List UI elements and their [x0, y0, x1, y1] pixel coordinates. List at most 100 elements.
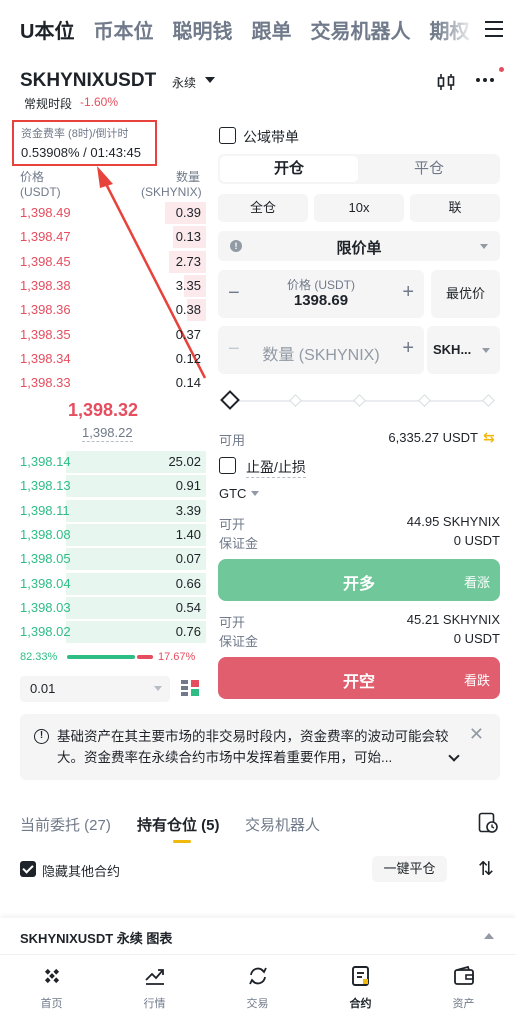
slider-step[interactable] — [353, 394, 366, 407]
bid-row[interactable]: 1,398.11 3.39 — [0, 499, 206, 523]
chevron-down-icon[interactable] — [205, 77, 215, 83]
close-all-button[interactable]: 一键平仓 — [372, 856, 447, 882]
bid-row[interactable]: 1,398.04 0.66 — [0, 572, 206, 596]
futures-icon — [352, 966, 369, 986]
sell-ratio: 17.67% — [158, 651, 196, 663]
tab-copy-trading[interactable]: 跟单 — [251, 15, 291, 44]
quantity-unit-select[interactable]: SKH... — [427, 326, 500, 374]
bid-row[interactable]: 1,398.05 0.07 — [0, 547, 206, 571]
funding-rate-value: 0.53908% / 01:43:45 — [21, 145, 141, 160]
tab-smart-money[interactable]: 聪明钱 — [172, 15, 232, 44]
funding-rate-box[interactable]: 资金费率 (8时)/倒计时 0.53908% / 01:43:45 — [12, 120, 157, 166]
copy-trade-checkbox[interactable] — [219, 127, 236, 144]
bid-row[interactable]: 1,398.14 25.02 — [0, 450, 206, 474]
chevron-up-icon[interactable] — [484, 933, 494, 939]
ask-row[interactable]: 1,398.33 0.14 — [0, 371, 206, 395]
tab-open[interactable]: 开仓 — [220, 156, 358, 182]
orderbook-layout-icon[interactable] — [180, 678, 200, 698]
candlestick-icon[interactable] — [436, 72, 456, 92]
open-long-button[interactable]: 开多 看涨 — [218, 559, 500, 601]
leverage-button[interactable]: 10x — [314, 194, 404, 222]
price-field[interactable]: − 价格 (USDT) 1398.69 + — [218, 270, 424, 318]
bottom-nav: 首页 行情 交易 合约 资产 — [0, 954, 516, 1025]
margin-mode-button[interactable]: 全仓 — [218, 194, 308, 222]
hide-others-checkbox[interactable] — [20, 861, 36, 877]
ask-row[interactable]: 1,398.35 0.37 — [0, 323, 206, 347]
short-margin-label: 保证金 — [219, 634, 259, 649]
funding-notice[interactable]: ! 基础资产在其主要市场的非交易时段内，资金费率的波动可能会较大。资金费率在永续… — [20, 714, 500, 780]
notification-dot — [499, 67, 504, 72]
nav-futures[interactable]: 合约 — [309, 955, 412, 1025]
precision-select[interactable]: 0.01 — [20, 676, 170, 702]
best-price-button[interactable]: 最优价 — [431, 270, 500, 318]
slider-step[interactable] — [482, 394, 495, 407]
tab-usdm[interactable]: U本位 — [20, 15, 74, 44]
menu-icon[interactable] — [472, 0, 516, 58]
transfer-icon[interactable]: ⇆ — [483, 429, 495, 446]
ask-quantity: 0.37 — [175, 326, 201, 342]
tab-open-orders[interactable]: 当前委托 (27) — [20, 814, 111, 835]
price-input[interactable]: 1398.69 — [218, 292, 424, 309]
bid-row[interactable]: 1,398.13 0.91 — [0, 474, 206, 498]
sort-icon[interactable]: ⇅ — [478, 858, 494, 881]
nav-markets[interactable]: 行情 — [103, 955, 206, 1025]
ask-row[interactable]: 1,398.36 0.38 — [0, 298, 206, 322]
plus-icon[interactable]: + — [402, 337, 414, 360]
position-mode-button[interactable]: 联 — [410, 194, 500, 222]
bid-quantity: 25.02 — [168, 454, 201, 469]
nav-home-label: 首页 — [40, 998, 63, 1010]
trade-icon — [249, 967, 267, 985]
buy-ratio-bar — [67, 655, 135, 659]
bid-quantity: 0.07 — [175, 551, 201, 567]
bid-row[interactable]: 1,398.08 1.40 — [0, 523, 206, 547]
slider-handle[interactable] — [220, 390, 240, 410]
quantity-unit-label: SKH... — [433, 342, 472, 357]
ob-qty-header: 数量 — [176, 170, 201, 184]
long-margin-value: 0 USDT — [453, 533, 500, 548]
ask-row[interactable]: 1,398.34 0.12 — [0, 347, 206, 371]
ask-quantity: 0.13 — [175, 229, 201, 245]
close-icon[interactable]: ✕ — [469, 724, 484, 745]
ask-row[interactable]: 1,398.45 2.73 — [0, 250, 206, 274]
ask-quantity: 0.38 — [175, 302, 201, 318]
open-long-label: 开多 — [342, 576, 375, 593]
tab-coinm[interactable]: 币本位 — [93, 15, 153, 44]
bid-quantity: 1.40 — [175, 526, 201, 542]
chevron-down-icon[interactable] — [251, 491, 259, 496]
bid-quantity: 0.91 — [175, 478, 201, 494]
bid-row[interactable]: 1,398.02 0.76 — [0, 620, 206, 644]
tab-bots[interactable]: 交易机器人 — [245, 814, 320, 835]
quantity-input[interactable]: 数量 (SKHYNIX) — [218, 341, 424, 365]
ask-row[interactable]: 1,398.47 0.13 — [0, 225, 206, 249]
bid-price: 1,398.14 — [20, 454, 71, 469]
time-in-force-select[interactable]: GTC — [219, 486, 246, 501]
slider-step[interactable] — [289, 394, 302, 407]
plus-icon[interactable]: + — [402, 281, 414, 304]
ask-price: 1,398.35 — [20, 326, 71, 342]
nav-assets-label: 资产 — [452, 998, 475, 1010]
tab-close[interactable]: 平仓 — [360, 156, 498, 182]
chevron-down-icon — [154, 686, 162, 691]
last-price[interactable]: 1,398.32 — [0, 400, 206, 421]
tab-positions[interactable]: 持有仓位 (5) — [137, 814, 220, 835]
order-type-select[interactable]: ! 限价单 — [218, 231, 500, 261]
history-icon[interactable] — [478, 812, 498, 834]
symbol-name[interactable]: SKHYNIXUSDT — [20, 70, 156, 92]
mark-price[interactable]: 1,398.22 — [82, 425, 133, 442]
tab-trading-bots[interactable]: 交易机器人 — [310, 15, 410, 44]
quantity-field[interactable]: − 数量 (SKHYNIX) + — [218, 326, 424, 374]
open-short-button[interactable]: 开空 看跌 — [218, 657, 500, 699]
ask-row[interactable]: 1,398.38 3.35 — [0, 274, 206, 298]
ob-price-unit: (USDT) — [20, 185, 61, 199]
bid-row[interactable]: 1,398.03 0.54 — [0, 596, 206, 620]
tpsl-checkbox[interactable] — [219, 457, 236, 474]
bid-price: 1,398.03 — [20, 599, 71, 615]
nav-trade[interactable]: 交易 — [206, 955, 309, 1025]
chart-drawer[interactable]: SKHYNIXUSDT 永续 图表 — [0, 918, 516, 954]
ask-row[interactable]: 1,398.49 0.39 — [0, 201, 206, 225]
nav-home[interactable]: 首页 — [0, 955, 103, 1025]
ask-price: 1,398.49 — [20, 205, 71, 220]
slider-step[interactable] — [418, 394, 431, 407]
nav-assets[interactable]: 资产 — [412, 955, 515, 1025]
more-icon[interactable] — [476, 78, 494, 82]
